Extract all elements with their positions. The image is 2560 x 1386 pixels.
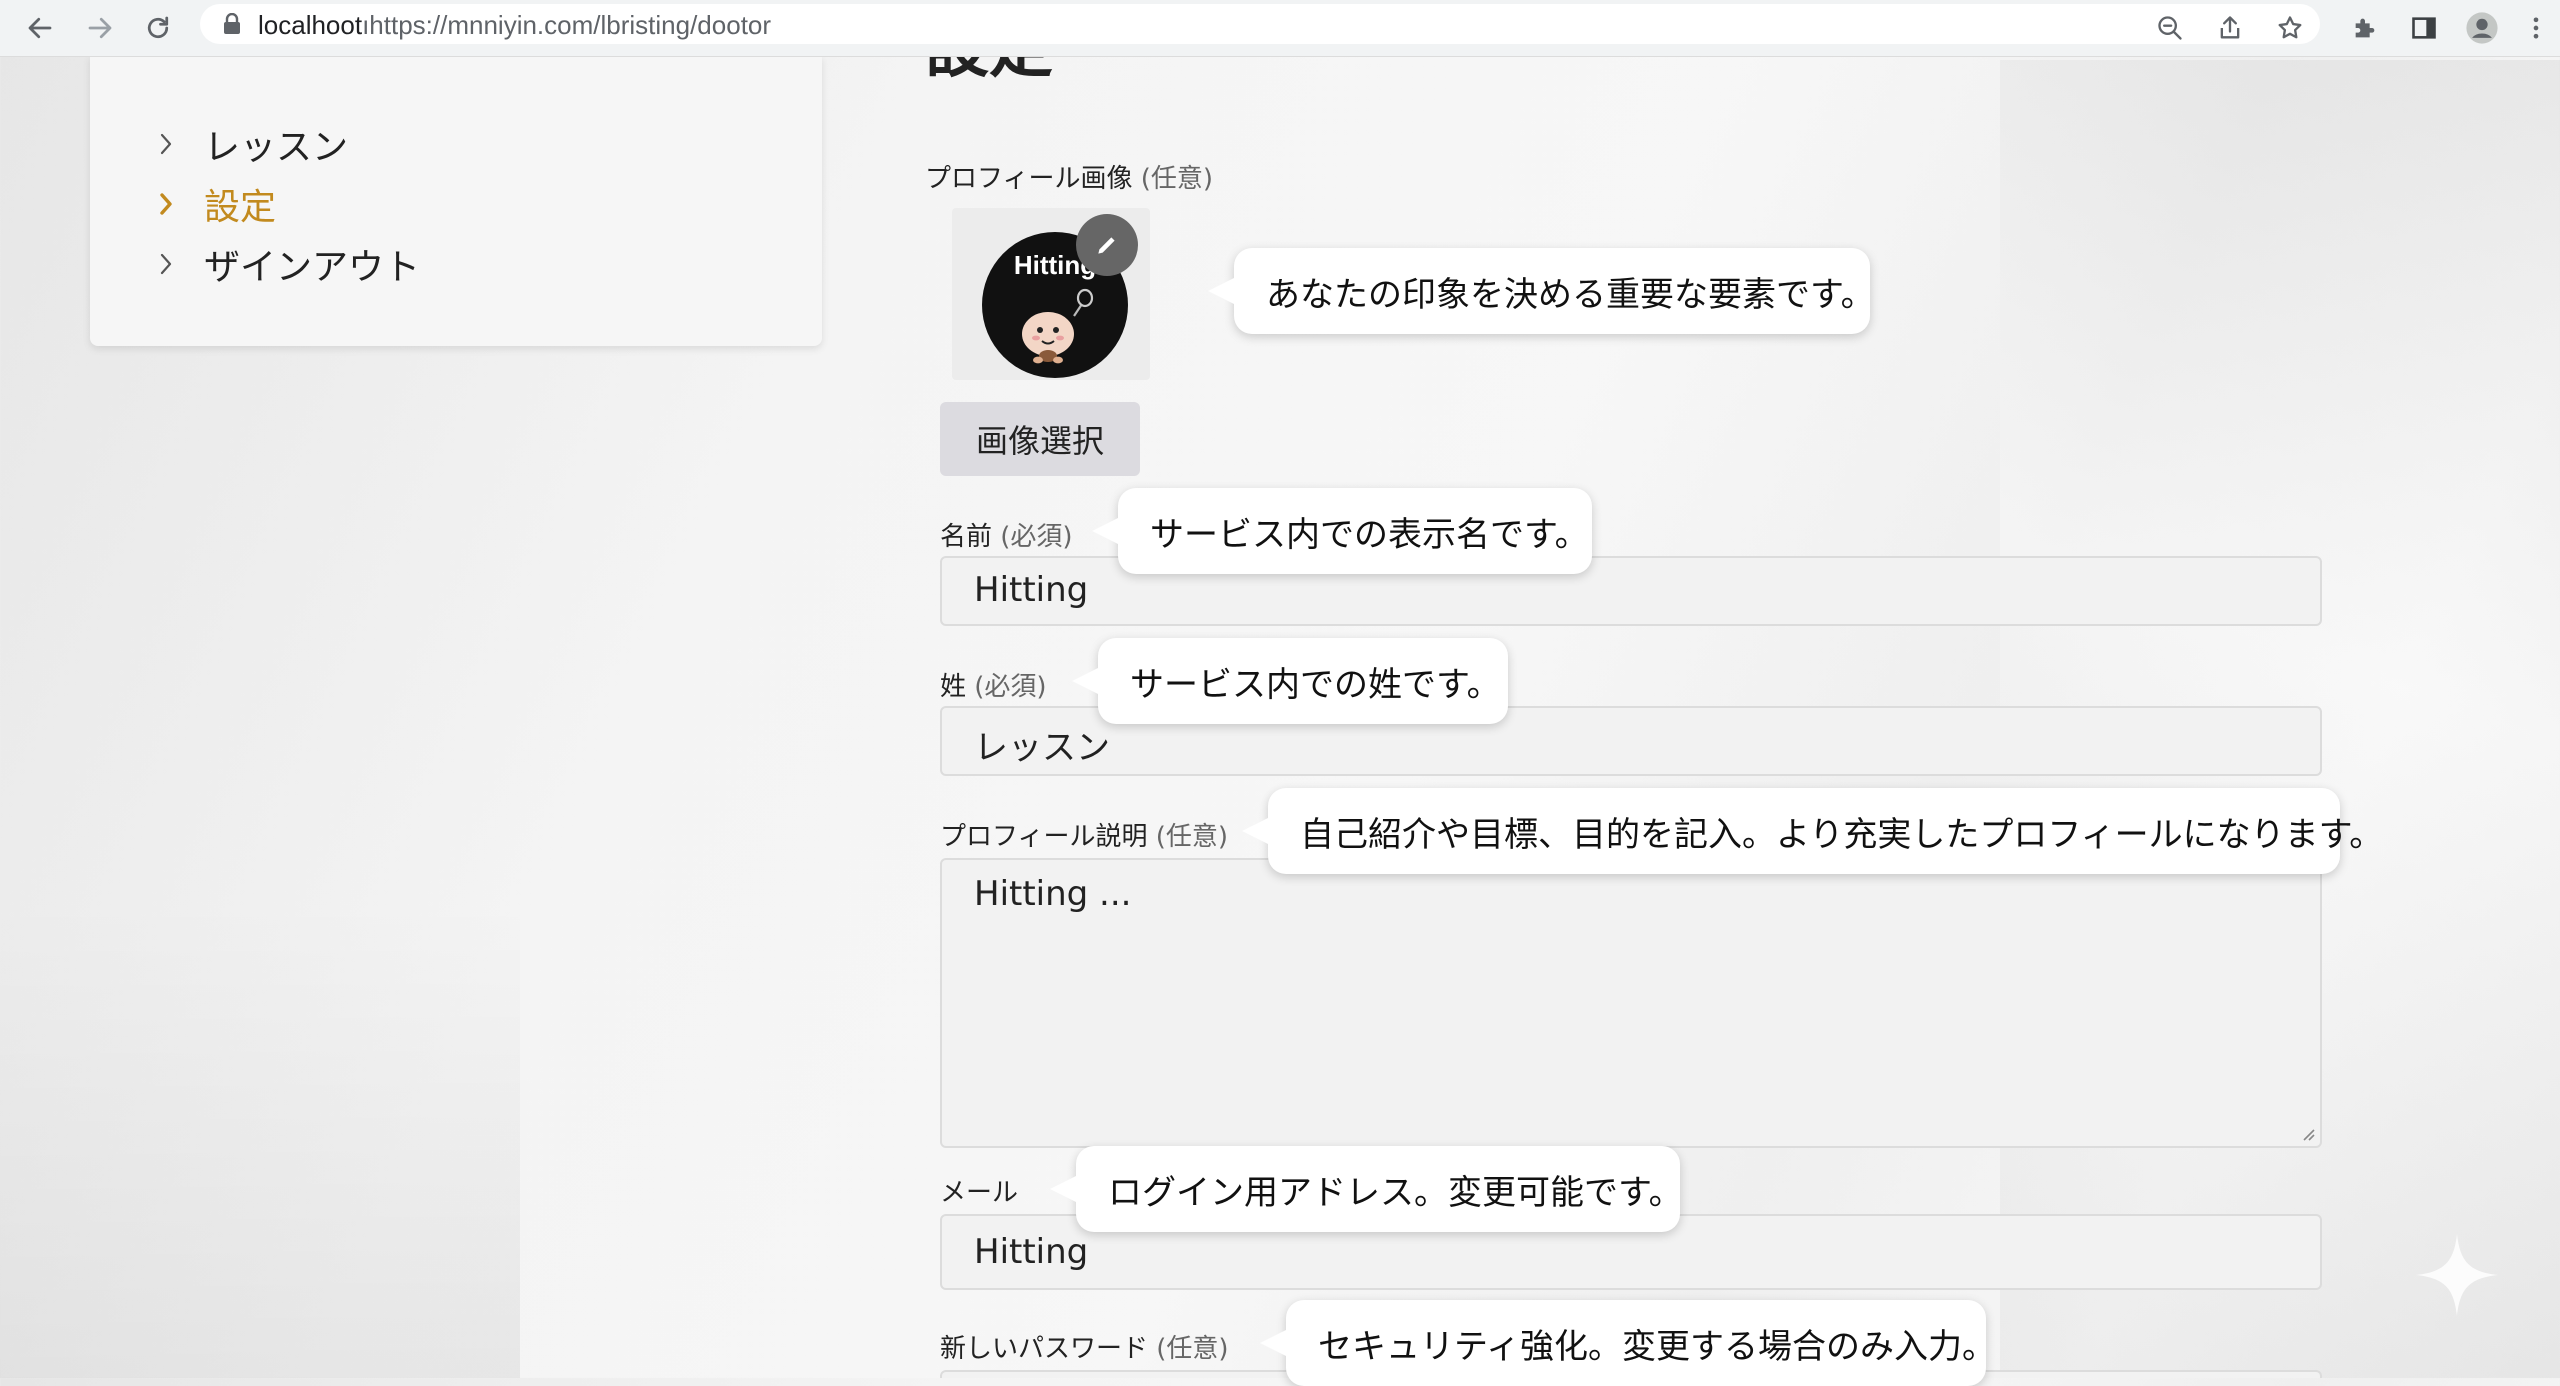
lock-icon (224, 13, 240, 34)
surname-input-value: レッスン (974, 728, 1110, 768)
chevron-right-icon (160, 133, 172, 155)
profile-image-label: プロフィール画像 (任意) (925, 158, 1213, 195)
bookmark-button[interactable] (2270, 8, 2310, 48)
description-label-text: プロフィール説明 (940, 822, 1148, 852)
url-text: localhootıhttps://mnniyin.com/lbristing/… (258, 10, 771, 41)
email-tooltip: ログイン用アドレス。変更可能です。 (1050, 1146, 1683, 1232)
profile-button[interactable] (2462, 8, 2502, 48)
surname-label: 姓 (必須) (940, 666, 1047, 703)
menu-button[interactable] (2516, 8, 2556, 48)
zoom-out-icon (2158, 16, 2182, 40)
sidebar-item-label: レッスン (204, 127, 349, 168)
tooltip-text: 自己紹介や目標、目的を記入。より充実したプロフィールになります。 (1300, 814, 2384, 855)
star-icon (2278, 16, 2302, 39)
profile-image-label-text: プロフィール画像 (925, 164, 1133, 194)
url-host: localhoot (258, 10, 363, 40)
sidebar-nav: レッスン 設定 ザインアウト (90, 56, 822, 346)
puzzle-icon (2355, 18, 2375, 38)
extensions-button[interactable] (2345, 8, 2385, 48)
reload-button[interactable] (138, 8, 178, 48)
sidebar-item-settings[interactable]: 設定 (158, 178, 276, 230)
sidebar-item-lessons[interactable]: レッスン (158, 118, 348, 170)
avatar-edit-button[interactable] (1076, 214, 1138, 276)
back-arrow-icon (28, 17, 52, 39)
select-image-button[interactable]: 画像選択 (940, 402, 1140, 476)
tooltip-text: ログイン用アドレス。変更可能です。 (1108, 1172, 1683, 1213)
description-label: プロフィール説明 (任意) (940, 816, 1228, 853)
description-tooltip: 自己紹介や目標、目的を記入。より充実したプロフィールになります。 (1242, 788, 2383, 874)
browser-toolbar: localhootıhttps://mnniyin.com/lbristing/… (0, 0, 2560, 57)
side-panel-icon (2412, 17, 2436, 39)
sidebar-item-label: 設定 (204, 187, 277, 228)
url-path: ıhttps://mnniyin.com/lbristing/dootor (362, 10, 772, 40)
forward-button[interactable] (80, 8, 120, 48)
tooltip-text: あなたの印象を決める重要な要素です。 (1266, 274, 1875, 315)
password-tooltip: セキュリティ強化。変更する場合のみ入力。 (1260, 1300, 1996, 1386)
name-label: 名前 (必須) (940, 516, 1073, 553)
reload-icon (147, 16, 169, 39)
optional-tag: (任意) (1140, 164, 1214, 194)
profile-image-tooltip: あなたの印象を決める重要な要素です。 (1208, 248, 1875, 334)
sidebar-item-label: ザインアウト (204, 247, 421, 288)
side-panel-button[interactable] (2404, 8, 2444, 48)
email-label-text: メール (940, 1178, 1019, 1208)
address-bar[interactable]: localhootıhttps://mnniyin.com/lbristing/… (200, 4, 2320, 44)
required-tag: (必須) (974, 672, 1047, 702)
back-button[interactable] (20, 8, 60, 48)
surname-label-text: 姓 (940, 672, 967, 702)
more-vert-icon (2533, 17, 2539, 39)
forward-arrow-icon (88, 17, 112, 39)
chevron-right-icon (160, 253, 172, 275)
chevron-right-icon (160, 193, 172, 215)
tooltip-text: サービス内での表示名です。 (1150, 514, 1589, 555)
name-label-text: 名前 (940, 522, 993, 552)
tooltip-text: サービス内での姓です。 (1130, 664, 1501, 705)
optional-tag: (任意) (1156, 1334, 1229, 1364)
optional-tag: (任意) (1155, 822, 1229, 852)
password-label: 新しいパスワード (任意) (940, 1328, 1229, 1365)
share-button[interactable] (2210, 8, 2250, 48)
sparkle-icon (2416, 1234, 2498, 1316)
email-input-value: Hitting (974, 1232, 1089, 1272)
account-icon (2466, 12, 2498, 44)
resize-handle-icon[interactable] (2300, 1126, 2316, 1142)
sidebar-item-signout[interactable]: ザインアウト (158, 238, 420, 290)
share-icon (2220, 16, 2240, 39)
zoom-button[interactable] (2150, 8, 2190, 48)
required-tag: (必須) (1000, 522, 1073, 552)
name-tooltip: サービス内での表示名です。 (1092, 488, 1592, 574)
surname-tooltip: サービス内での姓です。 (1072, 638, 1508, 724)
password-label-text: 新しいパスワード (940, 1334, 1149, 1364)
email-label: メール (940, 1172, 1018, 1209)
name-input-value: Hitting (974, 570, 1089, 610)
description-value: Hitting ... (974, 874, 1132, 914)
edit-icon (1098, 237, 1115, 254)
tooltip-text: セキュリティ強化。変更する場合のみ入力。 (1318, 1326, 1996, 1367)
description-textarea[interactable]: Hitting ... (940, 858, 2322, 1148)
